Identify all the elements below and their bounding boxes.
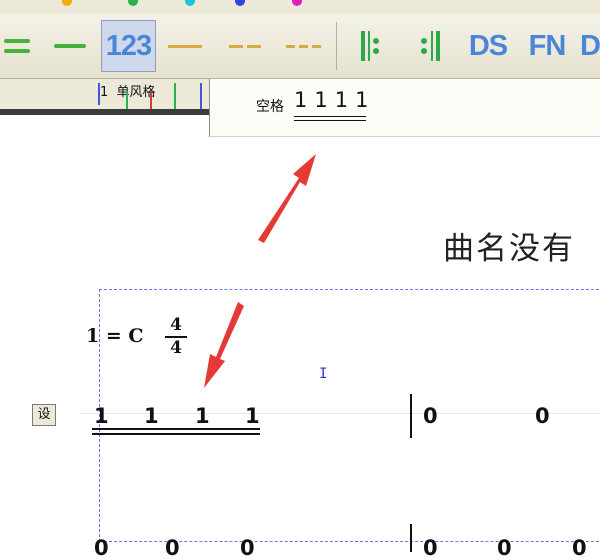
long-dash-button[interactable] bbox=[165, 20, 205, 72]
ruler-bottom-bar bbox=[0, 109, 210, 115]
input-preview-panel: 空格 1111 bbox=[209, 79, 600, 137]
time-denominator: 4 bbox=[170, 338, 182, 358]
ruler-marker-green bbox=[126, 91, 128, 109]
note[interactable]: 1 bbox=[195, 404, 210, 428]
d-button[interactable]: D bbox=[580, 20, 600, 72]
ruler-marker-green bbox=[174, 83, 176, 109]
number-button-label: 123 bbox=[105, 29, 152, 62]
toolbar-separator bbox=[336, 22, 337, 70]
text-cursor: I bbox=[319, 366, 328, 382]
set-button[interactable]: 设 bbox=[32, 404, 56, 426]
note[interactable]: 0 bbox=[94, 536, 109, 560]
orange-color-icon[interactable] bbox=[62, 0, 72, 6]
preview-notes: 1111 bbox=[294, 88, 376, 112]
style-ruler[interactable]: 1 单风格 bbox=[0, 79, 210, 109]
green-line-icon bbox=[4, 49, 30, 53]
repeat-start-button[interactable] bbox=[352, 20, 388, 72]
preview-label: 空格 bbox=[256, 99, 284, 115]
green-color-icon[interactable] bbox=[128, 0, 138, 6]
number-button[interactable]: 123 bbox=[101, 20, 156, 72]
repeat-end-button[interactable] bbox=[413, 20, 449, 72]
ruler-marker-red bbox=[150, 91, 152, 109]
note[interactable]: 0 bbox=[572, 536, 587, 560]
cyan-color-icon[interactable] bbox=[185, 0, 195, 6]
ruler-number: 1 bbox=[100, 85, 109, 100]
dash-icon bbox=[247, 44, 261, 48]
key-signature: 1 = C bbox=[86, 325, 144, 347]
note[interactable]: 1 bbox=[245, 404, 260, 428]
preview-underline bbox=[294, 120, 366, 121]
main-toolbar: 123 DS FN D bbox=[0, 14, 600, 79]
ds-button-label: DS bbox=[468, 29, 508, 62]
magenta-color-icon[interactable] bbox=[292, 0, 302, 6]
double-dash-button[interactable] bbox=[0, 20, 34, 72]
note[interactable]: 1 bbox=[94, 404, 109, 428]
note-underline bbox=[92, 428, 260, 430]
dash-icon bbox=[311, 44, 321, 48]
blue-color-icon[interactable] bbox=[235, 0, 245, 6]
note[interactable]: 0 bbox=[423, 404, 438, 428]
dash-icon bbox=[168, 44, 202, 48]
song-title: 曲名没有 bbox=[443, 231, 575, 267]
dash-icon bbox=[285, 44, 295, 48]
single-dash-button[interactable] bbox=[50, 20, 90, 72]
preview-underline bbox=[294, 116, 366, 117]
ds-button[interactable]: DS bbox=[466, 20, 510, 72]
repeat-end-icon bbox=[421, 31, 440, 61]
dash-icon bbox=[298, 44, 308, 48]
two-dash-button[interactable] bbox=[224, 20, 266, 72]
note[interactable]: 0 bbox=[240, 536, 255, 560]
time-numerator: 4 bbox=[170, 315, 182, 335]
note[interactable]: 0 bbox=[535, 404, 550, 428]
barline bbox=[410, 394, 412, 438]
note-underline bbox=[92, 433, 260, 435]
note[interactable]: 0 bbox=[497, 536, 512, 560]
green-line-icon bbox=[4, 39, 30, 43]
barline bbox=[410, 524, 412, 552]
green-line-icon bbox=[54, 44, 86, 48]
repeat-start-icon bbox=[361, 31, 379, 61]
note[interactable]: 0 bbox=[165, 536, 180, 560]
time-signature: 4 4 bbox=[165, 316, 187, 358]
note[interactable]: 1 bbox=[144, 404, 159, 428]
ruler-marker-blue bbox=[200, 83, 202, 109]
fn-button[interactable]: FN bbox=[525, 20, 569, 72]
fn-button-label: FN bbox=[528, 29, 567, 62]
dash-icon bbox=[229, 44, 243, 48]
toolbar-top-strip bbox=[0, 0, 600, 15]
d-button-label: D bbox=[580, 29, 600, 62]
note[interactable]: 0 bbox=[423, 536, 438, 560]
arrow-up-icon bbox=[258, 154, 316, 243]
three-dash-button[interactable] bbox=[282, 20, 324, 72]
